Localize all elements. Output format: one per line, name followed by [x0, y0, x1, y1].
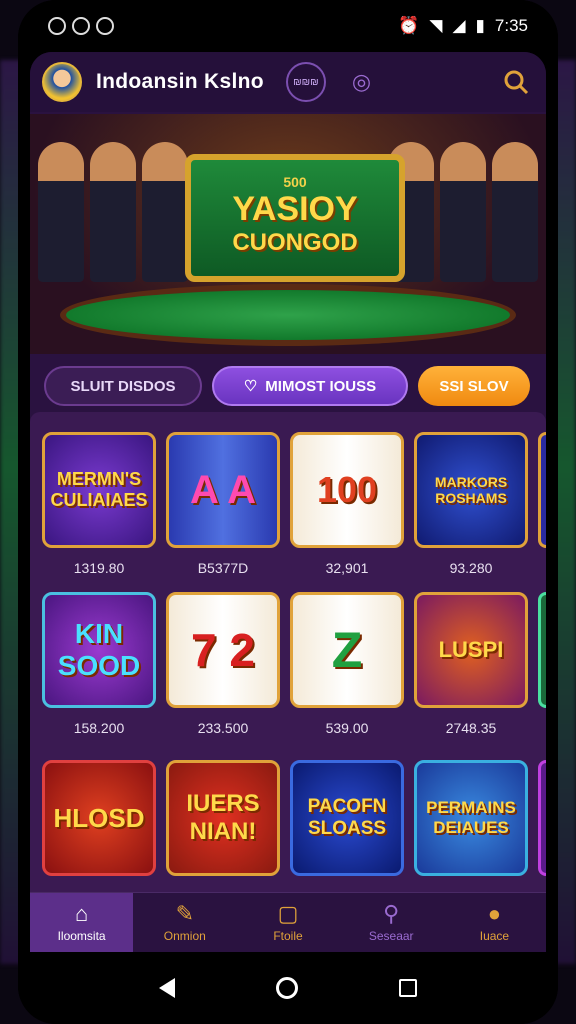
- nav-label: Seseaar: [368, 928, 414, 943]
- game-tile[interactable]: PACOFN SLOASS: [290, 760, 404, 876]
- home-icon: ⌂: [74, 900, 89, 926]
- nav-ftoile[interactable]: ▢ Ftoile: [236, 893, 339, 952]
- game-card[interactable]: PACOFN SLOASS: [290, 760, 404, 876]
- games-row: HLOSD IUERS NIAN! PACOFN SLOASS PERMAINS…: [42, 760, 546, 876]
- game-price: 233.500: [197, 720, 249, 736]
- notification-icons: [48, 17, 114, 35]
- banner-sign: 500 YASIOY CUONGOD: [185, 154, 405, 282]
- game-tile[interactable]: 100: [290, 432, 404, 548]
- game-card[interactable]: MERMN'S CULIAIAES 1319.80: [42, 432, 156, 580]
- game-card-partial[interactable]: [538, 432, 546, 548]
- game-card[interactable]: IUERS NIAN!: [166, 760, 280, 876]
- game-card-partial[interactable]: [538, 592, 546, 708]
- home-circle-icon[interactable]: [275, 977, 298, 999]
- banner-line-1: 500: [283, 174, 307, 190]
- status-time: 7:35: [494, 16, 528, 35]
- game-tile[interactable]: A A: [166, 432, 280, 548]
- game-tile[interactable]: MARKORS ROSHAMS: [414, 432, 528, 548]
- game-card[interactable]: 7 2 233.500: [166, 592, 280, 740]
- game-card[interactable]: A A B5377D: [166, 432, 280, 580]
- nav-label: Ftoile: [273, 928, 303, 943]
- nav-label: Iloomsita: [57, 928, 106, 943]
- game-price: B5377D: [197, 560, 249, 576]
- system-navigation-bar: [18, 952, 558, 1024]
- game-price: 32,901: [325, 560, 369, 576]
- heart-icon: ♡: [243, 378, 258, 395]
- app-screen: Indoansin Kslno ₪₪₪ ◎ 500 YASIOY CUONGOD…: [30, 52, 546, 952]
- game-card[interactable]: KIN SOOD 158.200: [42, 592, 156, 740]
- dealers-left: [38, 142, 188, 282]
- spiral-icon[interactable]: ◎: [352, 69, 371, 95]
- tab-slot-discos[interactable]: SLUIT DISDOS: [44, 366, 202, 406]
- game-price: 158.200: [73, 720, 125, 736]
- tab-slov[interactable]: SSI SLOV: [418, 366, 530, 406]
- search-icon: ⚲: [383, 900, 400, 926]
- game-tile[interactable]: IUERS NIAN!: [166, 760, 280, 876]
- search-button[interactable]: [498, 64, 534, 100]
- game-price: 2748.35: [445, 720, 497, 736]
- game-tile[interactable]: KIN SOOD: [42, 592, 156, 708]
- user-icon: ●: [487, 900, 502, 926]
- dealers-right: [388, 142, 538, 282]
- game-tile[interactable]: MERMN'S CULIAIAES: [42, 432, 156, 548]
- category-tabs: SLUIT DISDOS ♡ MIMOST IOUSS SSI SLOV: [30, 354, 546, 416]
- game-price: 1319.80: [73, 560, 125, 576]
- tab-label: MIMOST IOUSS: [265, 377, 377, 395]
- square-icon: ▢: [277, 900, 299, 926]
- game-price: 539.00: [325, 720, 369, 736]
- status-icons: ⏰ ◥ ◢ ▮ 7:35: [398, 16, 528, 36]
- nav-label: Onmion: [163, 928, 206, 943]
- game-price: 93.280: [449, 560, 493, 576]
- coin-icon[interactable]: ₪₪₪: [285, 62, 326, 102]
- games-grid: MERMN'S CULIAIAES 1319.80 A A B5377D 100…: [30, 412, 546, 952]
- nav-profile[interactable]: ● Iuace: [443, 893, 546, 952]
- recents-icon[interactable]: [399, 979, 418, 997]
- microphone-icon: ✎: [175, 900, 195, 926]
- promo-banner[interactable]: 500 YASIOY CUONGOD: [30, 114, 546, 354]
- banner-line-3: CUONGOD: [232, 229, 358, 256]
- bottom-navigation: ⌂ Iloomsita ✎ Onmion ▢ Ftoile ⚲ Seseaar …: [30, 892, 546, 952]
- games-row: KIN SOOD 158.200 7 2 233.500 Z 539.00 LU…: [42, 592, 546, 740]
- game-card[interactable]: 100 32,901: [290, 432, 404, 580]
- wifi-icon: ◥: [429, 16, 443, 35]
- game-tile[interactable]: PERMAINS DEIAUES: [414, 760, 528, 876]
- poker-table: [60, 284, 516, 346]
- battery-icon: ▮: [475, 16, 485, 35]
- notification-icon: [72, 17, 90, 35]
- game-tile[interactable]: HLOSD: [42, 760, 156, 876]
- game-card[interactable]: LUSPI 2748.35: [414, 592, 528, 740]
- game-card-partial[interactable]: [538, 760, 546, 876]
- avatar[interactable]: [42, 62, 82, 102]
- signal-icon: ◢: [452, 16, 466, 35]
- game-card[interactable]: HLOSD: [42, 760, 156, 876]
- back-icon[interactable]: [158, 978, 175, 998]
- nav-label: Iuace: [479, 928, 510, 943]
- game-tile[interactable]: Z: [290, 592, 404, 708]
- notification-icon: [48, 17, 66, 35]
- nav-home[interactable]: ⌂ Iloomsita: [30, 893, 134, 952]
- nav-onmion[interactable]: ✎ Onmion: [133, 893, 236, 952]
- game-card[interactable]: Z 539.00: [290, 592, 404, 740]
- game-card[interactable]: PERMAINS DEIAUES: [414, 760, 528, 876]
- search-icon: [504, 70, 529, 95]
- game-tile[interactable]: LUSPI: [414, 592, 528, 708]
- app-header: Indoansin Kslno ₪₪₪ ◎: [30, 52, 546, 112]
- status-bar: ⏰ ◥ ◢ ▮ 7:35: [18, 0, 558, 52]
- phone-frame: ⏰ ◥ ◢ ▮ 7:35 Indoansin Kslno ₪₪₪ ◎ 500 Y…: [18, 0, 558, 1024]
- game-card[interactable]: MARKORS ROSHAMS 93.280: [414, 432, 528, 580]
- app-title: Indoansin Kslno: [96, 70, 264, 93]
- alarm-icon: ⏰: [398, 16, 420, 35]
- nav-search[interactable]: ⚲ Seseaar: [340, 893, 443, 952]
- tab-most-ious[interactable]: ♡ MIMOST IOUSS: [212, 366, 408, 406]
- game-tile[interactable]: 7 2: [166, 592, 280, 708]
- banner-line-2: YASIOY: [232, 190, 358, 228]
- notification-icon: [96, 17, 114, 35]
- games-row: MERMN'S CULIAIAES 1319.80 A A B5377D 100…: [42, 432, 546, 580]
